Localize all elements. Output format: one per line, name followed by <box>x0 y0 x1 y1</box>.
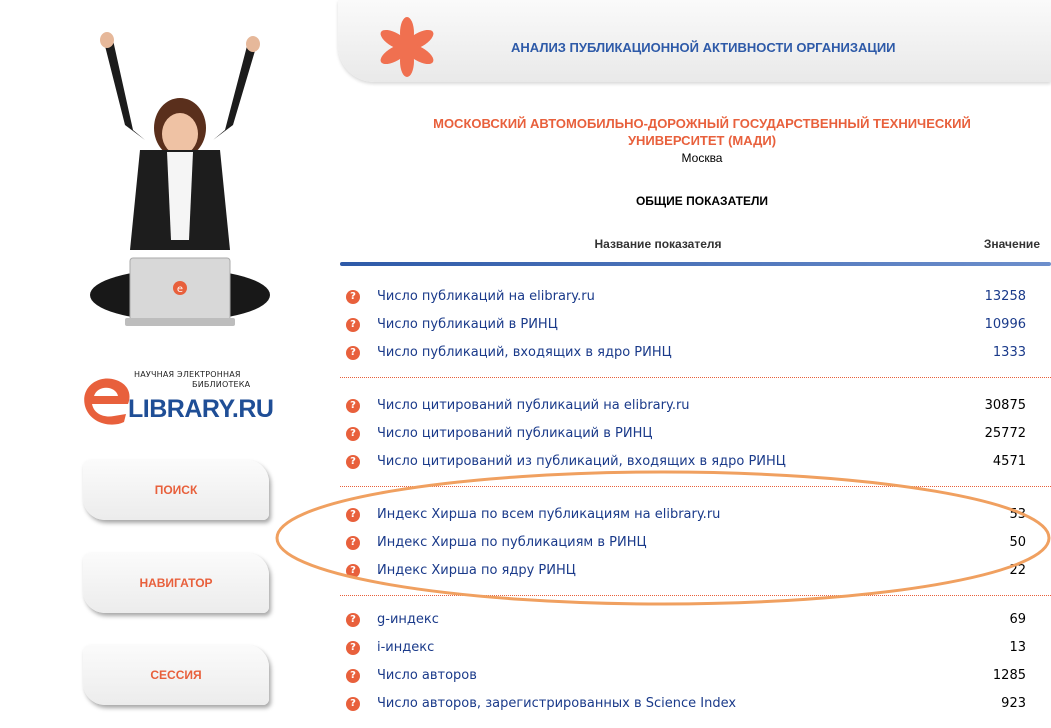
table-row: ? Число авторов 1285 <box>346 666 1026 686</box>
indicator-label[interactable]: Число цитирований публикаций в РИНЦ <box>377 426 652 441</box>
navigator-button[interactable]: НАВИГАТОР <box>83 553 269 613</box>
indicator-label[interactable]: Число авторов <box>377 668 477 683</box>
highlight-oval <box>275 470 1051 606</box>
table-row: ? Число цитирований публикаций в РИНЦ 25… <box>346 424 1026 444</box>
indicator-value: 69 <box>1009 612 1026 627</box>
table-row: ? Число публикаций в РИНЦ 10996 <box>346 315 1026 335</box>
hero-illustration: e <box>85 30 275 340</box>
question-circle-icon[interactable]: ? <box>346 641 360 655</box>
question-circle-icon[interactable]: ? <box>346 399 360 413</box>
header-divider <box>340 262 1051 266</box>
indicator-value: 13 <box>1009 640 1026 655</box>
table-row: ? Число публикаций на elibrary.ru 13258 <box>346 287 1026 307</box>
question-circle-icon[interactable]: ? <box>346 613 360 627</box>
table-row: ? Число публикаций, входящих в ядро РИНЦ… <box>346 343 1026 363</box>
organization-city: Москва <box>681 151 723 165</box>
logo-tagline: НАУЧНАЯ ЭЛЕКТРОННАЯ БИБЛИОТЕКА <box>134 370 251 389</box>
indicator-value: 25772 <box>984 426 1026 441</box>
column-header-value: Значение <box>983 237 1040 251</box>
page-header: АНАЛИЗ ПУБЛИКАЦИОННОЙ АКТИВНОСТИ ОРГАНИЗ… <box>338 0 1051 82</box>
indicator-label[interactable]: g-индекс <box>377 612 439 627</box>
indicator-label[interactable]: Число публикаций на elibrary.ru <box>377 289 595 304</box>
logo-brand: LIBRARY.RU <box>128 395 274 423</box>
indicator-label[interactable]: Число цитирований публикаций на elibrary… <box>377 398 690 413</box>
indicator-value[interactable]: 1333 <box>926 345 1026 360</box>
question-circle-icon[interactable]: ? <box>346 318 360 332</box>
question-circle-icon[interactable]: ? <box>346 697 360 711</box>
table-row: ? Число авторов, зарегистрированных в Sc… <box>346 694 1026 714</box>
indicator-label[interactable]: i-индекс <box>377 640 434 655</box>
section-title: ОБЩИЕ ПОКАЗАТЕЛИ <box>635 194 769 208</box>
session-button[interactable]: СЕССИЯ <box>83 645 269 705</box>
search-button[interactable]: ПОИСК <box>83 460 269 520</box>
elibrary-logo[interactable]: НАУЧНАЯ ЭЛЕКТРОННАЯ БИБЛИОТЕКА LIBRARY.R… <box>82 368 274 432</box>
flower-logo-icon <box>380 17 434 77</box>
indicator-value: 1285 <box>992 668 1026 683</box>
indicator-value: 30875 <box>984 398 1026 413</box>
indicator-label[interactable]: Число публикаций в РИНЦ <box>377 317 558 332</box>
indicator-value[interactable]: 13258 <box>926 289 1026 304</box>
svg-text:e: e <box>177 284 183 295</box>
organization-name[interactable]: МОСКОВСКИЙ АВТОМОБИЛЬНО-ДОРОЖНЫЙ ГОСУДАР… <box>362 115 1042 149</box>
indicator-label[interactable]: Число публикаций, входящих в ядро РИНЦ <box>377 345 672 360</box>
page-title: АНАЛИЗ ПУБЛИКАЦИОННОЙ АКТИВНОСТИ ОРГАНИЗ… <box>511 40 896 55</box>
indicator-value[interactable]: 10996 <box>926 317 1026 332</box>
indicator-label[interactable]: Число авторов, зарегистрированных в Scie… <box>377 696 736 711</box>
table-row: ? g-индекс 69 <box>346 610 1026 630</box>
question-circle-icon[interactable]: ? <box>346 669 360 683</box>
group-separator <box>340 377 1051 378</box>
table-row: ? i-индекс 13 <box>346 638 1026 658</box>
table-row: ? Число цитирований публикаций на elibra… <box>346 396 1026 416</box>
column-header-name: Название показателя <box>594 237 722 251</box>
question-circle-icon[interactable]: ? <box>346 346 360 360</box>
question-circle-icon[interactable]: ? <box>346 427 360 441</box>
question-circle-icon[interactable]: ? <box>346 290 360 304</box>
indicator-value: 923 <box>1001 696 1026 711</box>
